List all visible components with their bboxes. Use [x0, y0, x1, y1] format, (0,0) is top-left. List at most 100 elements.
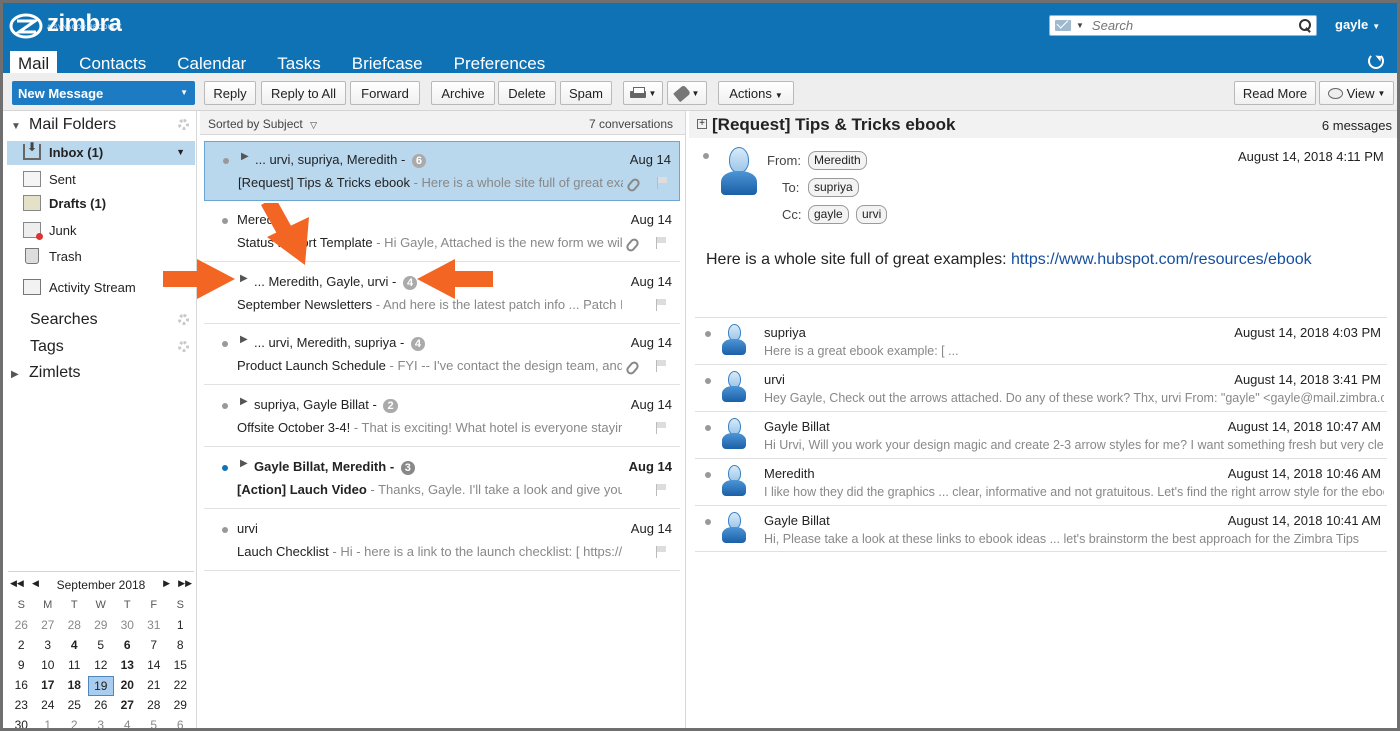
calendar-day[interactable]: 12 [88, 656, 115, 676]
conversation-row[interactable]: ▶ ... urvi, supriya, Meredith - 6 Aug 14… [204, 141, 680, 201]
flag-icon[interactable] [656, 484, 666, 496]
conversation-row[interactable]: urvi Aug 14 Lauch Checklist - Hi - here … [204, 511, 680, 571]
read-status-dot[interactable] [705, 331, 711, 337]
expand-triangle-icon[interactable]: ▶ [240, 458, 248, 469]
gear-icon[interactable] [178, 341, 189, 352]
tags-header[interactable]: Tags [30, 338, 64, 356]
read-status-dot[interactable] [705, 472, 711, 478]
thread-message-row[interactable]: supriya August 14, 2018 4:03 PM Here is … [695, 317, 1387, 364]
flag-icon[interactable] [656, 237, 666, 249]
print-button[interactable]: ▼ [623, 81, 663, 105]
calendar-day[interactable]: 29 [167, 696, 194, 716]
search-input[interactable] [1091, 18, 1297, 33]
calendar-day[interactable]: 26 [8, 616, 35, 636]
search-type-dropdown-icon[interactable]: ▼ [1076, 21, 1084, 30]
calendar-day[interactable]: 1 [35, 716, 62, 728]
forward-button[interactable]: Forward [350, 81, 420, 105]
reply-all-button[interactable]: Reply to All [261, 81, 346, 105]
tab-briefcase[interactable]: Briefcase [352, 51, 423, 73]
calendar-day[interactable]: 27 [35, 616, 62, 636]
calendar-day[interactable]: 17 [35, 676, 62, 696]
tab-preferences[interactable]: Preferences [454, 51, 546, 73]
archive-button[interactable]: Archive [431, 81, 495, 105]
calendar-day[interactable]: 30 [114, 616, 141, 636]
expand-triangle-icon[interactable]: ▶ [241, 151, 249, 162]
to-address-bubble[interactable]: supriya [808, 178, 859, 197]
expand-triangle-icon[interactable]: ▶ [11, 369, 29, 380]
cc-address-bubble[interactable]: gayle [808, 205, 849, 224]
calendar-day[interactable]: 15 [167, 656, 194, 676]
actions-button[interactable]: Actions ▼ [718, 81, 794, 105]
searches-header[interactable]: Searches [30, 311, 98, 329]
tab-calendar[interactable]: Calendar [177, 51, 246, 73]
sidebar-item-inbox[interactable]: Inbox (1) ▼ [7, 140, 195, 165]
flag-icon[interactable] [656, 299, 666, 311]
refresh-icon[interactable] [1368, 53, 1384, 69]
flag-icon[interactable] [656, 422, 666, 434]
flag-icon[interactable] [656, 546, 666, 558]
ebook-link[interactable]: https://www.hubspot.com/resources/ebook [1011, 251, 1312, 268]
thread-message-row[interactable]: Gayle Billat August 14, 2018 10:41 AM Hi… [695, 505, 1387, 552]
calendar-day[interactable]: 24 [35, 696, 62, 716]
calendar-day[interactable]: 27 [114, 696, 141, 716]
flag-icon[interactable] [657, 177, 667, 189]
delete-button[interactable]: Delete [498, 81, 556, 105]
new-message-button[interactable]: New Message ▼ [12, 81, 195, 105]
read-status-dot[interactable] [703, 153, 709, 159]
calendar-day[interactable]: 7 [141, 636, 168, 656]
tab-tasks[interactable]: Tasks [277, 51, 320, 73]
calendar-day[interactable]: 9 [8, 656, 35, 676]
sort-by-control[interactable]: Sorted by Subject ▽ [208, 117, 317, 131]
calendar-day[interactable]: 20 [114, 676, 141, 696]
view-button[interactable]: View ▼ [1319, 81, 1394, 105]
calendar-day[interactable]: 26 [88, 696, 115, 716]
calendar-day[interactable]: 13 [114, 656, 141, 676]
calendar-day[interactable]: 10 [35, 656, 62, 676]
prev-year-icon[interactable]: ◀◀ [10, 578, 24, 589]
user-menu[interactable]: gayle ▼ [1335, 17, 1380, 32]
from-address-bubble[interactable]: Meredith [808, 151, 867, 170]
calendar-day[interactable]: 3 [35, 636, 62, 656]
thread-message-row[interactable]: urvi August 14, 2018 3:41 PM Hey Gayle, … [695, 364, 1387, 411]
calendar-day[interactable]: 23 [8, 696, 35, 716]
tab-contacts[interactable]: Contacts [79, 51, 146, 73]
calendar-day[interactable]: 8 [167, 636, 194, 656]
collapse-triangle-icon[interactable]: ▼ [11, 121, 29, 132]
gear-icon[interactable] [178, 119, 189, 130]
calendar-day[interactable]: 5 [88, 636, 115, 656]
conversation-row[interactable]: ▶ Gayle Billat, Meredith - 3 Aug 14 [Act… [204, 449, 680, 509]
conversation-row[interactable]: ▶ ... urvi, Meredith, supriya - 4 Aug 14… [204, 325, 680, 385]
chevron-down-icon[interactable]: ▼ [176, 147, 185, 157]
sidebar-item-sent[interactable]: Sent [7, 168, 195, 192]
read-status-dot[interactable] [705, 519, 711, 525]
calendar-day[interactable]: 16 [8, 676, 35, 696]
calendar-day[interactable]: 1 [167, 616, 194, 636]
calendar-day[interactable]: 28 [141, 696, 168, 716]
calendar-day[interactable]: 4 [61, 636, 88, 656]
unread-status-dot[interactable] [222, 465, 228, 471]
calendar-day[interactable]: 6 [167, 716, 194, 728]
thread-message-row[interactable]: Meredith August 14, 2018 10:46 AM I like… [695, 458, 1387, 505]
calendar-day[interactable]: 11 [61, 656, 88, 676]
chevron-down-icon[interactable]: ▼ [180, 88, 188, 97]
calendar-day[interactable]: 28 [61, 616, 88, 636]
calendar-day[interactable]: 30 [8, 716, 35, 728]
calendar-day[interactable]: 14 [141, 656, 168, 676]
calendar-day[interactable]: 22 [167, 676, 194, 696]
gear-icon[interactable] [178, 314, 189, 325]
calendar-day[interactable]: 25 [61, 696, 88, 716]
next-month-icon[interactable]: ▶ [163, 578, 170, 589]
read-status-dot[interactable] [222, 403, 228, 409]
read-status-dot[interactable] [705, 425, 711, 431]
calendar-day[interactable]: 3 [88, 716, 115, 728]
prev-month-icon[interactable]: ◀ [32, 578, 39, 589]
calendar-day[interactable]: 5 [141, 716, 168, 728]
zimlets-header[interactable]: ▶ Zimlets [11, 364, 81, 382]
calendar-day[interactable]: 31 [141, 616, 168, 636]
spam-button[interactable]: Spam [560, 81, 612, 105]
expand-triangle-icon[interactable]: ▶ [240, 396, 248, 407]
expand-triangle-icon[interactable]: ▶ [240, 334, 248, 345]
read-status-dot[interactable] [222, 527, 228, 533]
mail-folders-header[interactable]: ▼ Mail Folders [11, 116, 116, 134]
calendar-day-today[interactable]: 19 [87, 676, 114, 696]
